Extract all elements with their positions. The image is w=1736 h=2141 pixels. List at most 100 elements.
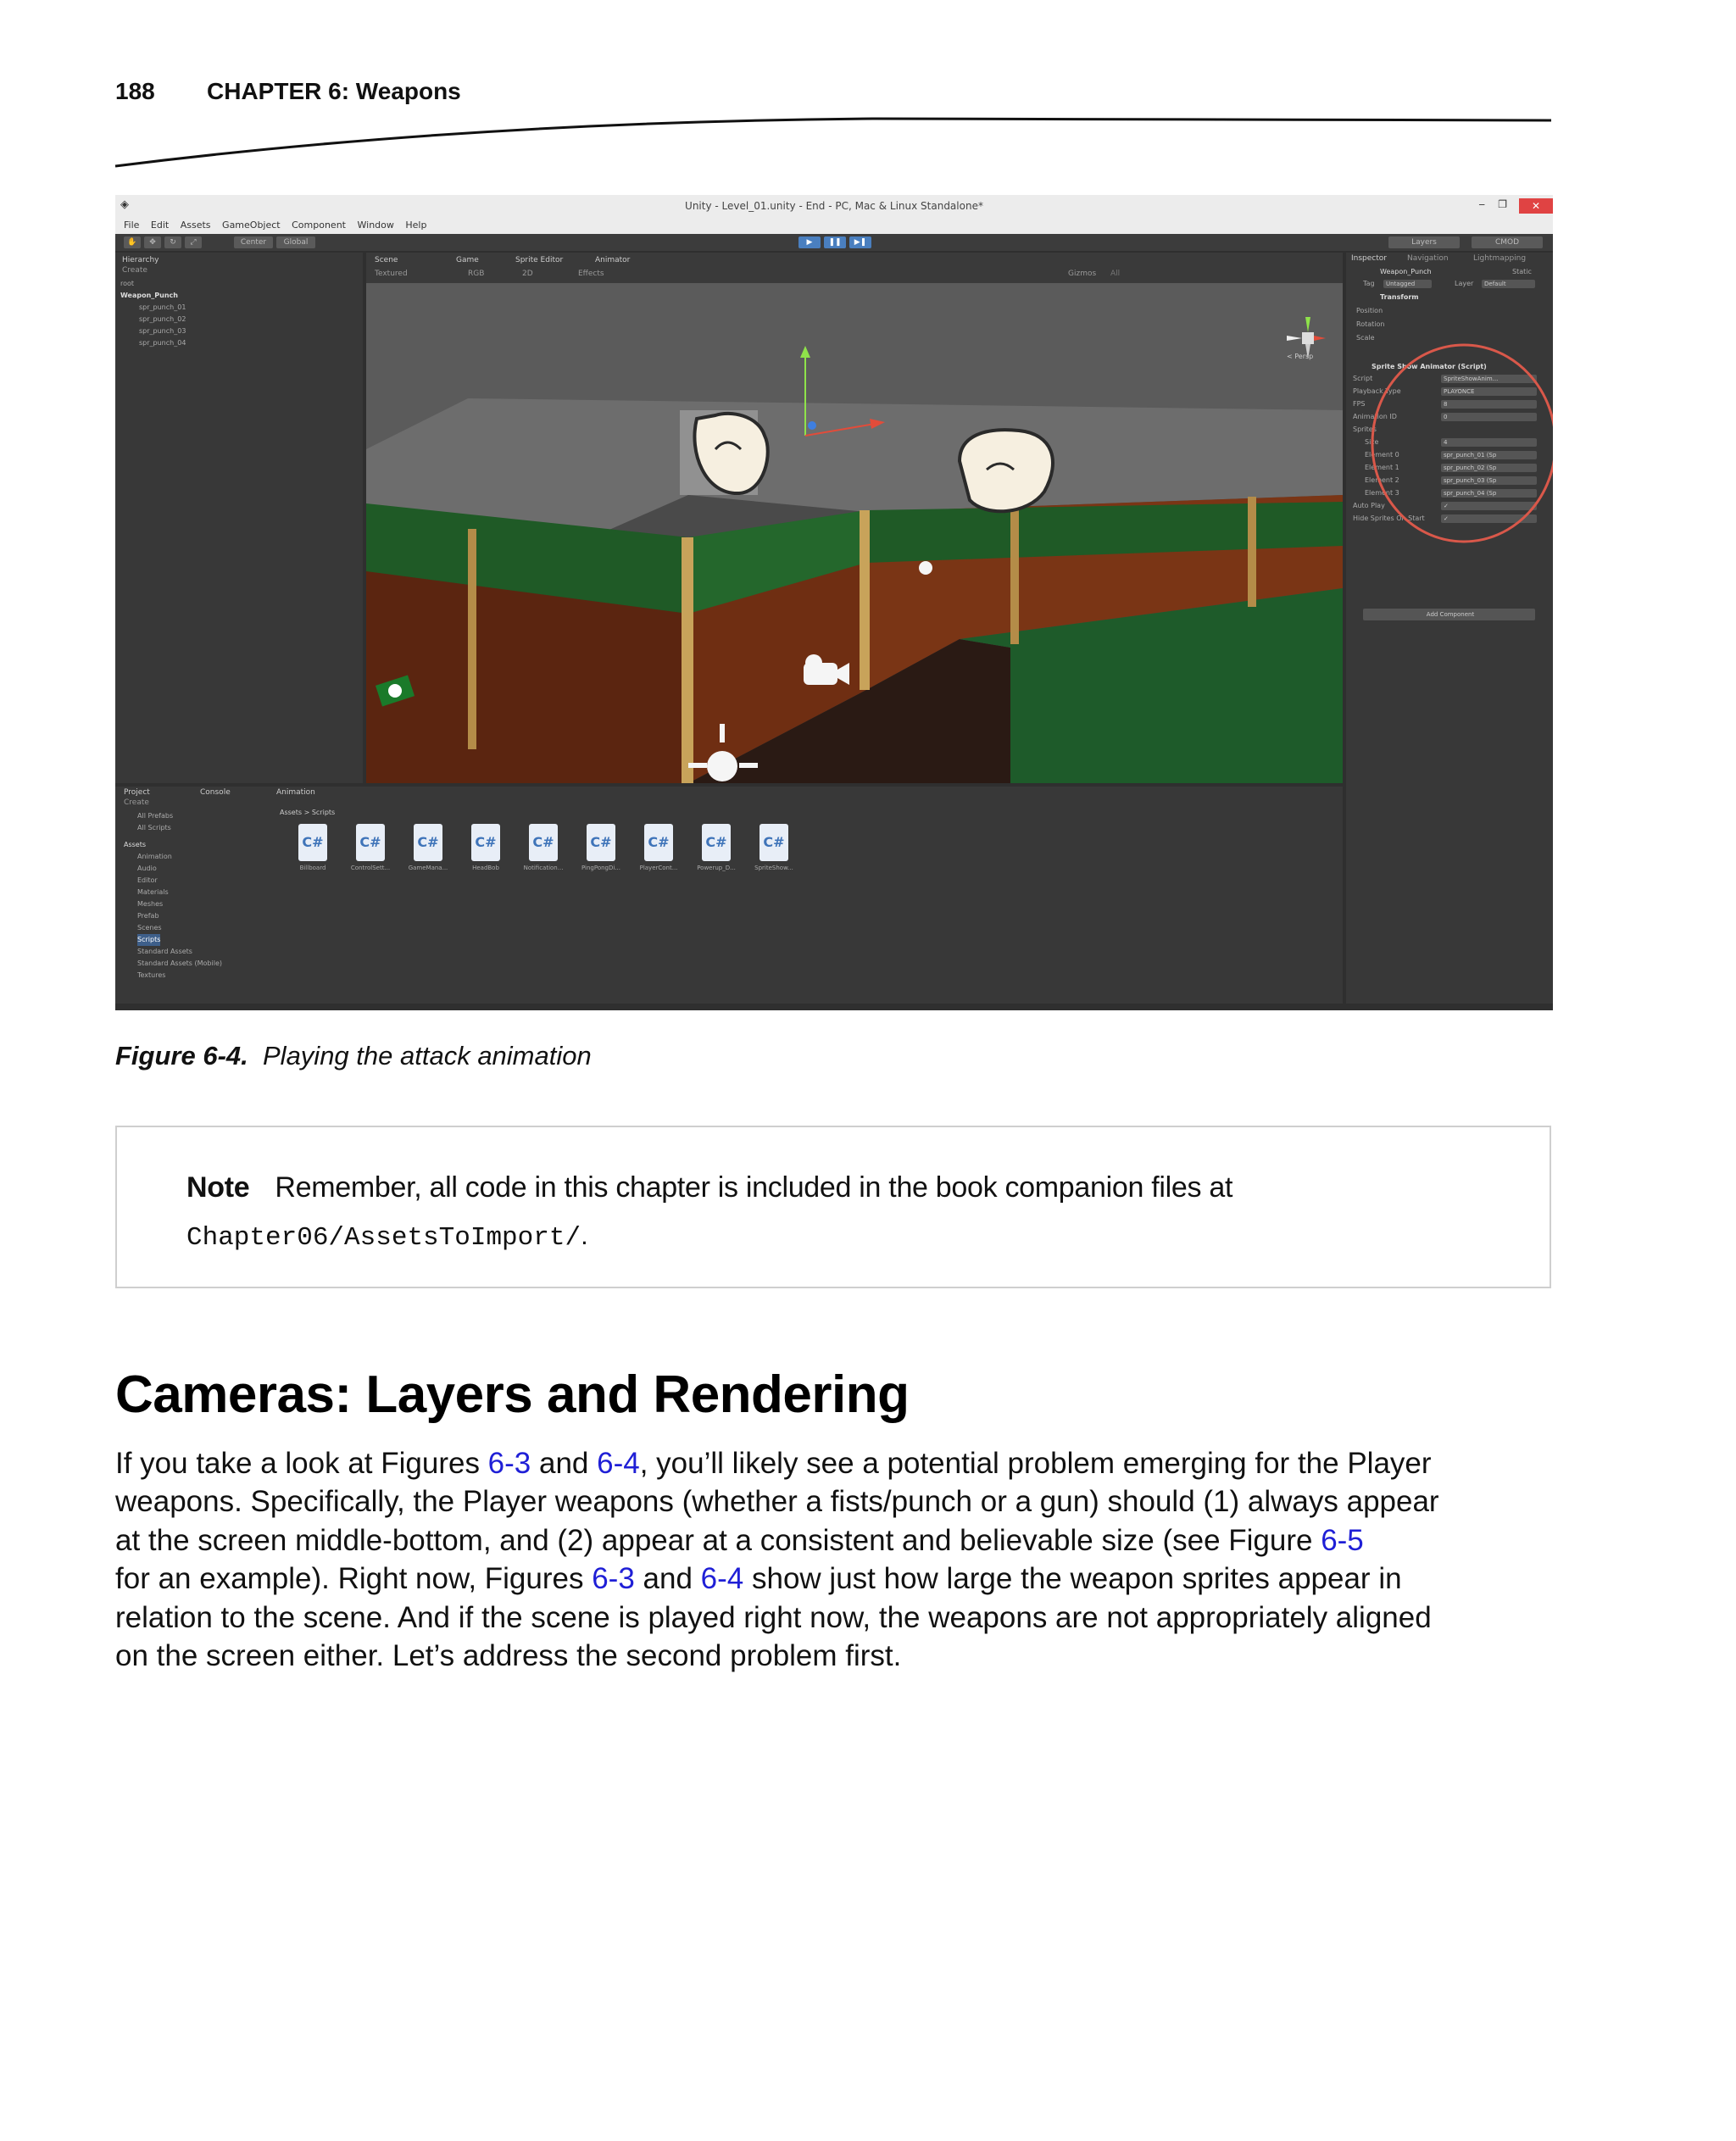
- script-file[interactable]: C# PlayerCont...: [631, 824, 687, 871]
- folder-item[interactable]: Materials: [137, 887, 169, 898]
- note-line: Note Remember, all code in this chapter i…: [186, 1171, 1232, 1204]
- figure-link[interactable]: 6-4: [597, 1447, 640, 1480]
- folder-item[interactable]: Scripts: [137, 934, 161, 946]
- tree-item[interactable]: spr_punch_03: [139, 325, 186, 337]
- script-file[interactable]: C# GameMana...: [400, 824, 456, 871]
- file-name: PlayerCont...: [639, 865, 678, 871]
- script-file[interactable]: C# Notification...: [515, 824, 571, 871]
- tab-animator[interactable]: Animator: [595, 254, 630, 266]
- file-name: ControlSett...: [350, 865, 391, 871]
- editor-toolbar: ✋ ✥ ↻ ⤢ Center Global ▶ ❚❚ ▶❚ Layers CMO…: [115, 234, 1553, 251]
- page-number: 188: [115, 78, 155, 104]
- tab-game[interactable]: Game: [456, 254, 479, 266]
- close-icon[interactable]: ✕: [1519, 198, 1553, 214]
- tree-root[interactable]: root: [120, 278, 134, 290]
- tab-scene[interactable]: Scene: [375, 254, 398, 266]
- tab-sprite-editor[interactable]: Sprite Editor: [515, 254, 563, 266]
- note-path: Chapter06/AssetsToImport/: [186, 1223, 581, 1253]
- assets-root[interactable]: Assets: [124, 839, 146, 851]
- scene-shading[interactable]: Textured: [375, 268, 408, 280]
- script-file[interactable]: C# HeadBob: [458, 824, 514, 871]
- scene-gizmos[interactable]: Gizmos: [1068, 268, 1096, 280]
- folder-item[interactable]: Scenes: [137, 922, 162, 934]
- note-label: Note: [186, 1171, 250, 1204]
- window-title: Unity - Level_01.unity - End - PC, Mac &…: [685, 200, 983, 212]
- menu-component[interactable]: Component: [292, 220, 346, 231]
- pivot-button[interactable]: Center: [234, 236, 273, 248]
- folder-item[interactable]: Prefab: [137, 910, 159, 922]
- tab-console[interactable]: Console: [200, 787, 231, 798]
- folder-item[interactable]: Textures: [137, 970, 165, 982]
- tab-animation[interactable]: Animation: [276, 787, 315, 798]
- scene-view[interactable]: < Persp: [366, 283, 1343, 783]
- script-file[interactable]: C# ControlSett...: [342, 824, 398, 871]
- tag-dropdown[interactable]: Untagged: [1383, 280, 1432, 288]
- tree-item[interactable]: spr_punch_04: [139, 337, 186, 349]
- menu-help[interactable]: Help: [405, 220, 426, 231]
- figure-link[interactable]: 6-5: [1321, 1524, 1364, 1557]
- tab-inspector[interactable]: Inspector: [1351, 253, 1387, 264]
- object-name-field[interactable]: Weapon_Punch: [1380, 266, 1432, 278]
- note-end: .: [581, 1221, 588, 1250]
- figure-label: Figure 6-4.: [115, 1041, 248, 1070]
- figure-link[interactable]: 6-3: [488, 1447, 531, 1480]
- folder-item[interactable]: Animation: [137, 851, 172, 863]
- hierarchy-create[interactable]: Create: [122, 264, 147, 276]
- file-name: GameMana...: [408, 865, 448, 871]
- move-tool-icon[interactable]: ✥: [144, 236, 161, 248]
- tree-item[interactable]: spr_punch_01: [139, 302, 186, 314]
- layer-dropdown[interactable]: Default: [1482, 280, 1535, 288]
- project-panel: Project Console Animation Create All Pre…: [115, 787, 1343, 1004]
- play-icon[interactable]: ▶: [798, 236, 821, 248]
- scale-tool-icon[interactable]: ⤢: [185, 236, 202, 248]
- paragraph-line: for an example). Right now, Figures 6-3 …: [115, 1562, 1402, 1596]
- script-file[interactable]: C# Powerup_D...: [688, 824, 744, 871]
- script-file[interactable]: C# SpriteShow...: [746, 824, 802, 871]
- menu-bar: File Edit Assets GameObject Component Wi…: [115, 217, 1553, 234]
- static-checkbox[interactable]: Static: [1512, 266, 1532, 278]
- persp-label[interactable]: < Persp: [1287, 353, 1313, 360]
- space-button[interactable]: Global: [276, 236, 315, 248]
- tree-item[interactable]: spr_punch_02: [139, 314, 186, 325]
- fist-sprite: [957, 428, 1054, 514]
- figure-link[interactable]: 6-4: [701, 1562, 744, 1595]
- position-label: Position: [1356, 307, 1383, 314]
- tab-lightmapping[interactable]: Lightmapping: [1473, 253, 1526, 264]
- layers-dropdown[interactable]: Layers: [1388, 236, 1460, 248]
- figure-link[interactable]: 6-3: [592, 1562, 635, 1595]
- menu-assets[interactable]: Assets: [181, 220, 211, 231]
- folder-item[interactable]: Standard Assets: [137, 946, 192, 958]
- transform-header[interactable]: Transform: [1380, 292, 1419, 303]
- scene-search[interactable]: All: [1110, 268, 1120, 280]
- maximize-icon[interactable]: ❐: [1498, 198, 1507, 210]
- scene-2d[interactable]: 2D: [522, 268, 533, 280]
- menu-window[interactable]: Window: [358, 220, 394, 231]
- pause-icon[interactable]: ❚❚: [824, 236, 846, 248]
- menu-edit[interactable]: Edit: [151, 220, 169, 231]
- layout-dropdown[interactable]: CMOD: [1472, 236, 1543, 248]
- scene-tabbar: Scene Game Sprite Editor Animator Textur…: [366, 253, 1343, 283]
- scene-effects[interactable]: Effects: [578, 268, 604, 280]
- hand-tool-icon[interactable]: ✋: [124, 236, 141, 248]
- favorite-all-scripts[interactable]: All Scripts: [137, 822, 171, 834]
- project-breadcrumb: Assets > Scripts: [280, 809, 336, 816]
- step-icon[interactable]: ▶❚: [849, 236, 871, 248]
- menu-gameobject[interactable]: GameObject: [222, 220, 281, 231]
- scene-rgb[interactable]: RGB: [468, 268, 484, 280]
- folder-item[interactable]: Meshes: [137, 898, 163, 910]
- folder-item[interactable]: Editor: [137, 875, 158, 887]
- add-component-button[interactable]: Add Component: [1363, 609, 1535, 620]
- folder-item[interactable]: Standard Assets (Mobile): [137, 958, 222, 970]
- folder-item[interactable]: Audio: [137, 863, 157, 875]
- favorite-all-prefabs[interactable]: All Prefabs: [137, 810, 173, 822]
- script-file[interactable]: C# PingPongDi...: [573, 824, 629, 871]
- minimize-icon[interactable]: ‒: [1478, 198, 1485, 210]
- project-create[interactable]: Create: [124, 797, 149, 809]
- rotate-tool-icon[interactable]: ↻: [164, 236, 181, 248]
- script-file[interactable]: C# Billboard: [285, 824, 341, 871]
- tab-navigation[interactable]: Navigation: [1407, 253, 1449, 264]
- highlight-circle: [1371, 343, 1553, 543]
- tree-weapon-punch[interactable]: Weapon_Punch: [120, 290, 178, 302]
- note-path-line: Chapter06/AssetsToImport/.: [186, 1221, 588, 1253]
- menu-file[interactable]: File: [124, 220, 139, 231]
